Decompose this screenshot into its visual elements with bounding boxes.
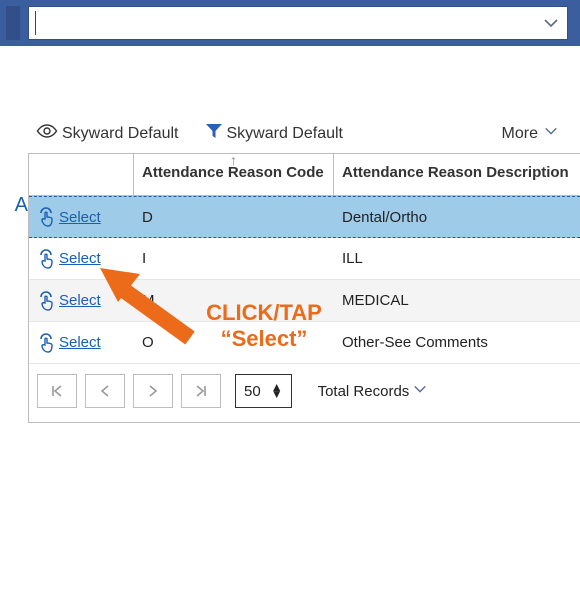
code-cell: I [134,240,334,277]
topbar-left-stub [6,6,20,40]
next-page-button[interactable] [133,374,173,408]
select-cell[interactable]: Select [29,239,134,279]
tap-icon [37,207,55,227]
filter-selector[interactable]: Skyward Default [205,122,344,145]
select-link[interactable]: Select [59,209,101,226]
select-link[interactable]: Select [59,250,101,267]
code-cell: O [134,324,334,361]
col-header-select [29,154,134,195]
chevron-down-icon[interactable] [543,15,559,36]
col-header-desc[interactable]: Attendance Reason Description [334,154,580,195]
pager: 50 ▲▼ Total Records [29,364,580,422]
first-page-button[interactable] [37,374,77,408]
chevron-down-icon [544,124,558,143]
col-header-desc-label: Attendance Reason Description [342,164,569,181]
table-header-row: ↑ Attendance Reason Code Attendance Reas… [29,154,580,196]
col-header-code[interactable]: ↑ Attendance Reason Code [134,154,334,195]
search-input[interactable] [29,7,537,39]
table-row: Select MMEDICAL [29,280,580,322]
table-row: Select OOther-See Comments [29,322,580,364]
page-size-value: 50 [244,383,261,400]
view-selector[interactable]: Skyward Default [36,123,179,144]
select-link[interactable]: Select [59,334,101,351]
select-link[interactable]: Select [59,292,101,309]
more-menu[interactable]: More [502,124,558,143]
more-label: More [502,125,538,143]
select-cell[interactable]: Select [29,323,134,363]
table-row: Select IILL [29,238,580,280]
desc-cell: Dental/Ortho [334,199,580,236]
desc-cell: ILL [334,240,580,277]
tap-icon [37,333,55,353]
desc-cell: Other-See Comments [334,324,580,361]
code-cell: M [134,282,334,319]
eye-icon [36,123,58,144]
code-cell: D [134,199,334,236]
tap-icon [37,249,55,269]
chevron-down-icon [413,382,427,400]
total-records-label: Total Records [318,383,410,400]
select-cell[interactable]: Select [29,197,134,237]
select-cell[interactable]: Select [29,281,134,321]
funnel-icon [205,122,223,145]
page-size-stepper[interactable]: 50 ▲▼ [235,374,292,408]
side-letter-a: A [0,194,28,217]
top-bar [0,0,580,46]
table-row: Select DDental/Ortho [29,196,580,238]
spinner-icon[interactable]: ▲▼ [271,384,283,398]
last-page-button[interactable] [181,374,221,408]
search-combo[interactable] [28,6,568,40]
attendance-reason-table: ↑ Attendance Reason Code Attendance Reas… [28,153,580,423]
desc-cell: MEDICAL [334,282,580,319]
filter-bar: Skyward Default Skyward Default More [0,114,580,153]
prev-page-button[interactable] [85,374,125,408]
filter-label: Skyward Default [227,125,344,143]
view-label: Skyward Default [62,125,179,143]
sort-asc-icon: ↑ [230,152,237,168]
tap-icon [37,291,55,311]
text-cursor [35,11,36,35]
total-records-toggle[interactable]: Total Records [318,382,428,400]
